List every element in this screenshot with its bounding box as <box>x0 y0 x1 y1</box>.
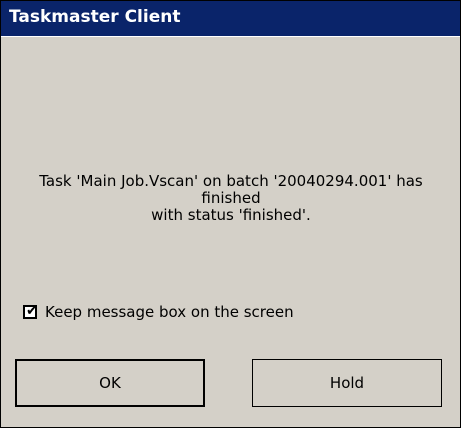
keep-message-label[interactable]: Keep message box on the screen <box>45 303 294 321</box>
taskmaster-dialog: Taskmaster Client Task 'Main Job.Vscan' … <box>0 0 461 428</box>
checkmark-icon: ✔ <box>26 303 38 319</box>
message-line-1: Task 'Main Job.Vscan' on batch '20040294… <box>39 172 423 190</box>
window-title: Taskmaster Client <box>9 7 181 27</box>
message-line-2: finished <box>201 189 261 207</box>
dialog-body: Task 'Main Job.Vscan' on batch '20040294… <box>1 37 460 427</box>
keep-message-checkbox[interactable]: ✔ <box>23 303 38 319</box>
keep-message-option[interactable]: ✔ Keep message box on the screen <box>23 303 294 321</box>
ok-button[interactable]: OK <box>15 359 205 407</box>
status-message: Task 'Main Job.Vscan' on batch '20040294… <box>13 173 449 224</box>
title-bar[interactable]: Taskmaster Client <box>1 1 460 37</box>
message-line-3: with status 'finished'. <box>151 206 311 224</box>
hold-button[interactable]: Hold <box>252 359 442 407</box>
